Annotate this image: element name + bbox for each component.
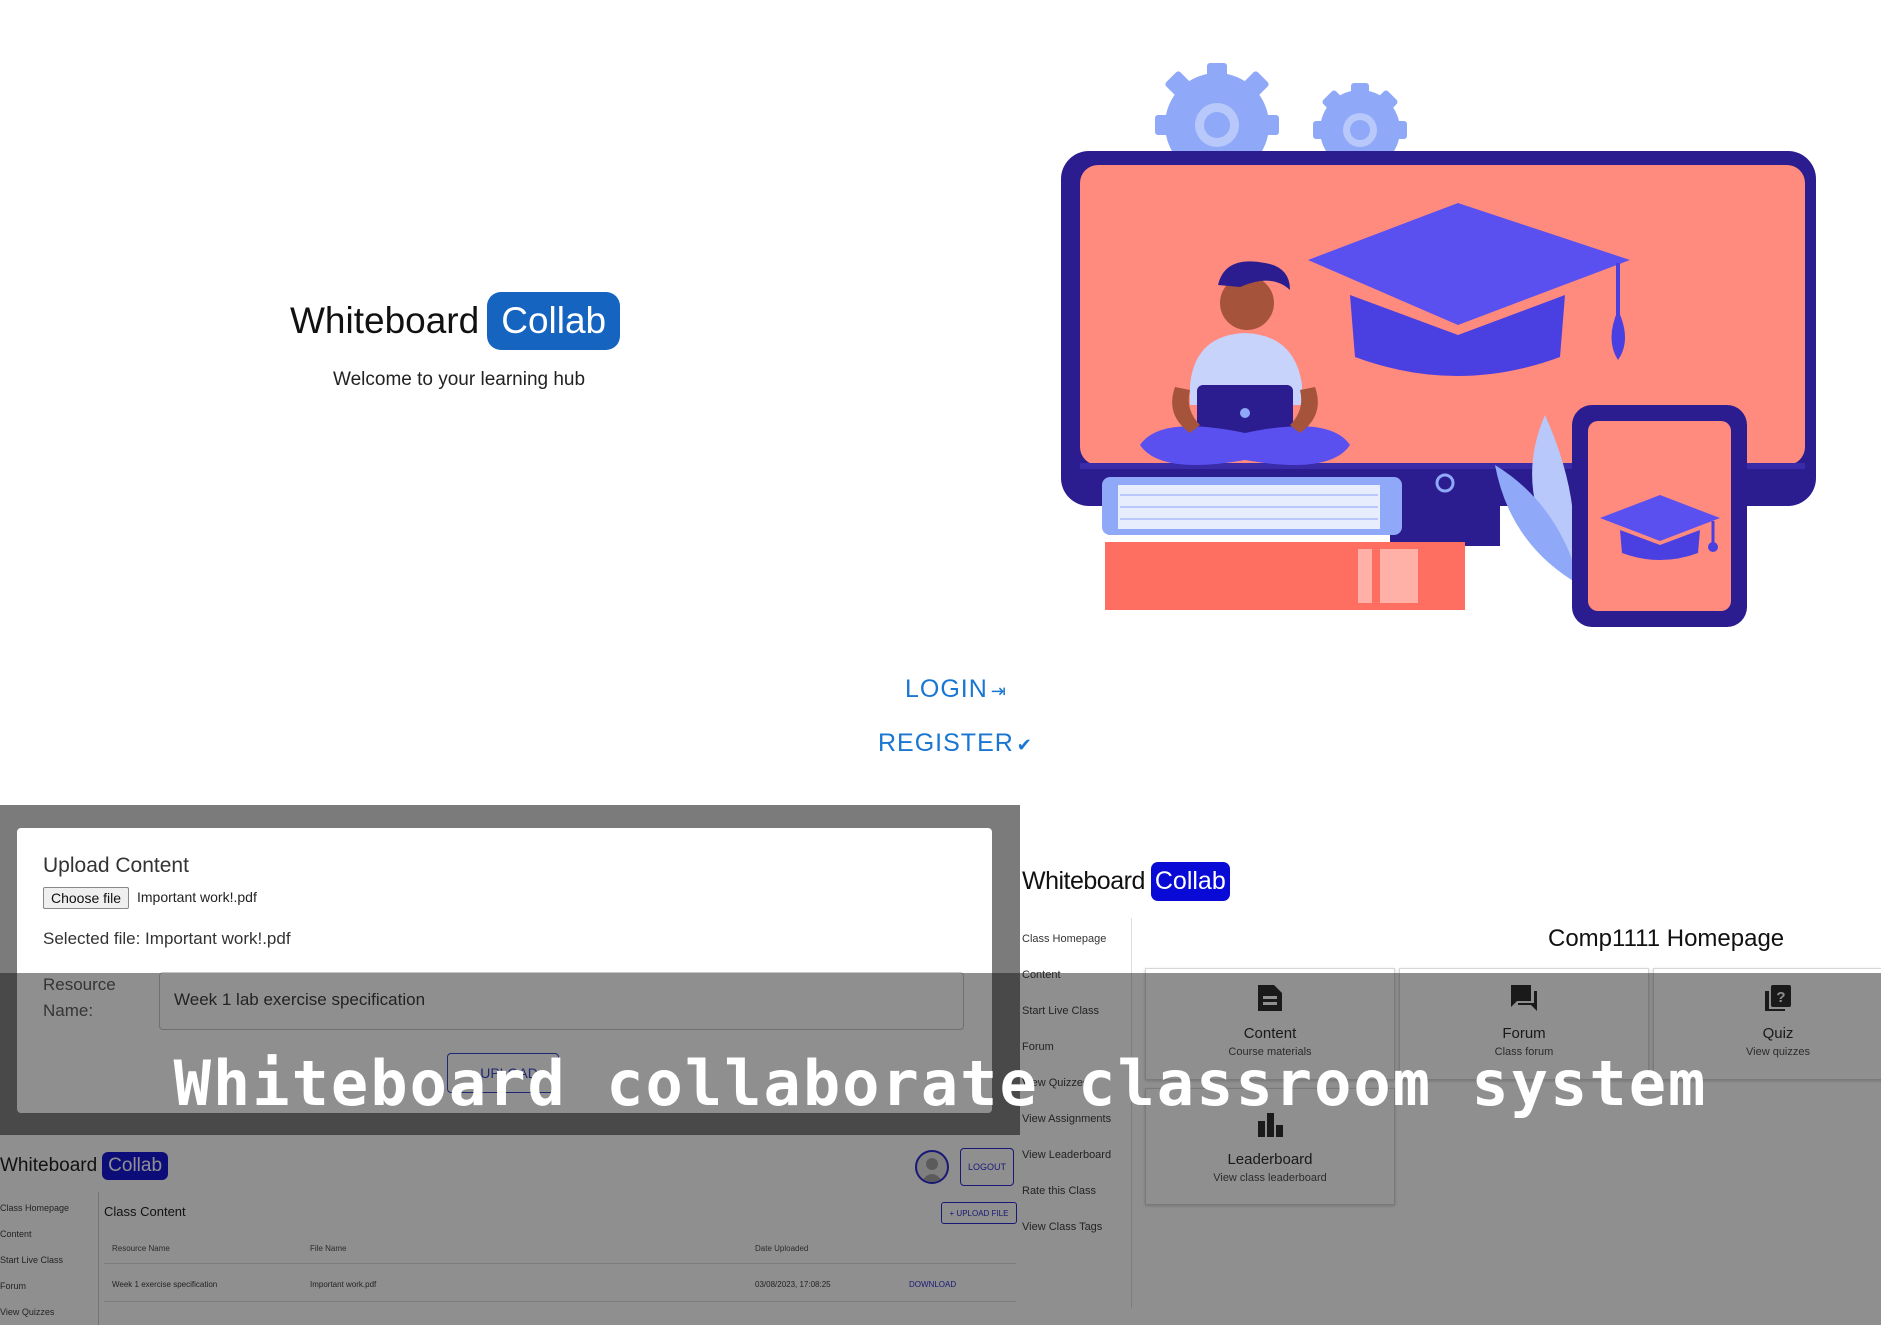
brand-badge: Collab <box>1150 862 1230 901</box>
dialog-title: Upload Content <box>43 854 189 877</box>
landing-tagline: Welcome to your learning hub <box>333 369 586 390</box>
login-label: LOGIN <box>905 675 988 703</box>
chosen-file-name: Important work!.pdf <box>137 889 257 905</box>
brand-word: Whiteboard <box>290 300 480 341</box>
register-link[interactable]: REGISTER ✔ <box>878 729 1033 758</box>
selected-file-text: Selected file: Important work!.pdf <box>43 929 291 948</box>
register-label: REGISTER <box>878 729 1014 757</box>
class-homepage-brand-logo: Whiteboard Collab <box>1022 862 1230 901</box>
login-link[interactable]: LOGIN ⇥ <box>905 675 1007 704</box>
login-icon: ⇥ <box>990 681 1007 701</box>
brand-badge: Collab <box>487 292 621 350</box>
overlay-banner <box>0 973 1881 1325</box>
hero-illustration <box>1061 63 1816 627</box>
register-user-icon: ✔ <box>1016 735 1033 755</box>
overlay-title: Whiteboard collaborate classroom system <box>173 1047 1708 1120</box>
sidebar-item-class-homepage[interactable]: Class Homepage <box>1022 933 1106 945</box>
choose-file-button[interactable]: Choose file <box>43 887 130 909</box>
landing-brand-logo: Whiteboard Collab <box>290 292 621 350</box>
page-title: Comp1111 Homepage <box>1548 925 1785 952</box>
brand-word: Whiteboard <box>1022 867 1145 895</box>
